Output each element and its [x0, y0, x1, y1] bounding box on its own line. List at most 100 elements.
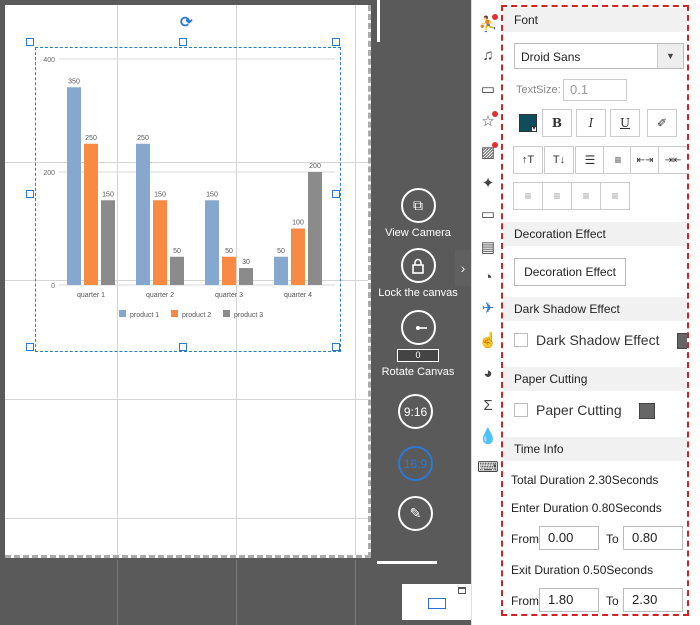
lock-icon[interactable] — [400, 248, 436, 283]
resize-handle-left[interactable] — [26, 190, 34, 198]
dark-shadow-row[interactable]: Dark Shadow Effect — [514, 332, 659, 348]
dark-shadow-checkbox[interactable] — [514, 333, 528, 347]
font-section-title: Font — [503, 8, 687, 32]
ratio-916-tool[interactable]: 9:16 — [398, 394, 433, 429]
exit-from-label: From — [511, 594, 539, 608]
resize-handle-top-left[interactable] — [26, 38, 34, 46]
hand-icon[interactable]: ☝ — [477, 329, 499, 351]
droplet-icon[interactable]: 💧 — [477, 425, 499, 447]
dark-shadow-label: Dark Shadow Effect — [536, 332, 660, 348]
italic-button[interactable]: I — [576, 109, 606, 137]
music-note-icon[interactable]: ♫ — [477, 44, 499, 66]
grid-line — [117, 560, 118, 625]
sigma-icon[interactable]: Σ — [477, 394, 499, 416]
textsize-input[interactable]: 0.1 — [563, 79, 627, 101]
pie-chart-icon[interactable]: ◕ — [477, 362, 499, 384]
total-duration: Total Duration 2.30Seconds — [511, 473, 659, 487]
canvas-corner-mark — [377, 0, 380, 42]
paper-cutting-section-title: Paper Cutting — [503, 367, 687, 391]
ratio-169-tool[interactable]: 16:9 — [398, 446, 433, 481]
grid-line — [236, 560, 237, 625]
resize-handle-top[interactable] — [179, 38, 187, 46]
enter-from-input[interactable]: 0.00 — [539, 526, 599, 550]
resize-handle-bottom-left[interactable] — [26, 343, 34, 351]
align-justify-icon[interactable]: ≡ — [600, 182, 630, 210]
edit-pen-icon[interactable]: ✎ — [398, 496, 433, 531]
rotate-handle-icon[interactable]: ⟳ — [180, 15, 193, 30]
format-brush-icon[interactable]: ✐ — [647, 109, 677, 137]
lock-canvas-tool[interactable]: Lock the canvas — [374, 248, 462, 299]
text-color-button[interactable]: ▾ — [513, 109, 543, 137]
magic-wand-icon[interactable]: ✦ — [477, 172, 499, 194]
textsize-label: TextSize: — [516, 84, 561, 96]
speech-bubble-icon[interactable]: ▭ — [477, 78, 499, 100]
dark-shadow-section-title: Dark Shadow Effect — [503, 297, 687, 321]
edit-tool[interactable]: ✎ — [398, 496, 433, 531]
letter-spacing-expand-icon[interactable]: ⇤⇥ — [630, 146, 660, 174]
figure-icon[interactable]: ⛹ — [477, 13, 499, 35]
resize-handle-top-right[interactable] — [332, 38, 340, 46]
film-icon[interactable]: ▤ — [477, 236, 499, 258]
resize-handle-bottom-right[interactable] — [332, 343, 340, 351]
decoration-effect-button[interactable]: Decoration Effect — [514, 258, 626, 286]
screen-icon — [428, 598, 446, 609]
notification-dot — [492, 142, 498, 148]
decoration-section-title: Decoration Effect — [503, 222, 687, 246]
enter-to-input[interactable]: 0.80 — [623, 526, 683, 550]
exit-to-input[interactable]: 2.30 — [623, 588, 683, 612]
enter-duration: Enter Duration 0.80Seconds — [511, 501, 662, 515]
selection-box[interactable] — [35, 47, 341, 352]
increase-size-button[interactable]: ↑T — [513, 146, 543, 174]
notification-dot — [492, 14, 498, 20]
view-camera-tool[interactable]: ⧉ View Camera — [381, 188, 455, 239]
font-family-value: Droid Sans — [521, 50, 581, 64]
collapse-panel-chevron-icon[interactable]: › — [455, 250, 471, 286]
rotate-value-input[interactable]: 0 — [397, 349, 439, 362]
lock-canvas-label: Lock the canvas — [378, 287, 458, 299]
exit-to-label: To — [606, 594, 619, 608]
paper-cutting-color-picker[interactable] — [639, 403, 655, 419]
folder-icon[interactable]: ▭ — [477, 203, 499, 225]
paragraph-spacing-icon[interactable]: ≡ — [603, 146, 633, 174]
canvas[interactable]: 0 200 400 350 250 150 quarter 1 250 150 50 quarter… — [5, 5, 371, 558]
line-spacing-icon[interactable]: ☰ — [575, 146, 605, 174]
resize-handle-bottom[interactable] — [179, 343, 187, 351]
exit-from-input[interactable]: 1.80 — [539, 588, 599, 612]
decrease-size-button[interactable]: T↓ — [544, 146, 574, 174]
align-right-icon[interactable]: ≡ — [571, 182, 601, 210]
bottom-strip — [0, 560, 471, 625]
font-family-select[interactable]: Droid Sans ▼ — [514, 43, 684, 69]
ratio-916-button[interactable]: 9:16 — [398, 394, 433, 429]
color-swatch-icon: ▾ — [519, 114, 537, 132]
align-center-icon[interactable]: ≡ — [542, 182, 572, 210]
image-icon[interactable]: ▨ — [477, 141, 499, 163]
paper-cutting-row[interactable]: Paper Cutting — [514, 402, 622, 418]
time-info-section-title: Time Info — [503, 437, 687, 461]
star-frame-icon[interactable]: ☆ — [477, 110, 499, 132]
swoosh-icon[interactable]: ◔ — [477, 266, 499, 288]
align-left-icon[interactable]: ≡ — [513, 182, 543, 210]
airplane-icon[interactable]: ✈ — [477, 297, 499, 319]
view-camera-label: View Camera — [385, 227, 451, 239]
window-icon[interactable] — [458, 587, 466, 594]
ratio-169-button[interactable]: 16:9 — [398, 446, 433, 481]
view-camera-icon[interactable]: ⧉ — [400, 188, 436, 223]
properties-panel: Font Droid Sans ▼ TextSize: 0.1 ▾ B I U … — [501, 5, 689, 616]
paper-cutting-checkbox[interactable] — [514, 403, 528, 417]
icon-toolbar: ⛹ ♫ ▭ ☆ ▨ ✦ ▭ ▤ ◔ ✈ ☝ ◕ Σ 💧 ⌨ — [471, 0, 501, 625]
grid-line — [355, 560, 356, 625]
underline-button[interactable]: U — [610, 109, 640, 137]
resize-handle-right[interactable] — [332, 190, 340, 198]
rotate-canvas-tool[interactable]: 0 Rotate Canvas — [378, 310, 458, 378]
rotate-dial-icon[interactable] — [400, 310, 436, 345]
chevron-down-icon[interactable]: ▼ — [657, 44, 683, 68]
keyboard-icon[interactable]: ⌨ — [477, 456, 499, 478]
rotate-canvas-label: Rotate Canvas — [381, 366, 455, 378]
letter-spacing-shrink-icon[interactable]: ⇥⇤ — [658, 146, 687, 174]
workspace: 0 200 400 350 250 150 quarter 1 250 150 50 quarter… — [0, 0, 472, 625]
grid-line — [5, 518, 368, 519]
enter-to-label: To — [606, 532, 619, 546]
preview-thumbnail[interactable] — [402, 584, 472, 620]
shadow-color-picker[interactable] — [677, 333, 687, 349]
bold-button[interactable]: B — [542, 109, 572, 137]
